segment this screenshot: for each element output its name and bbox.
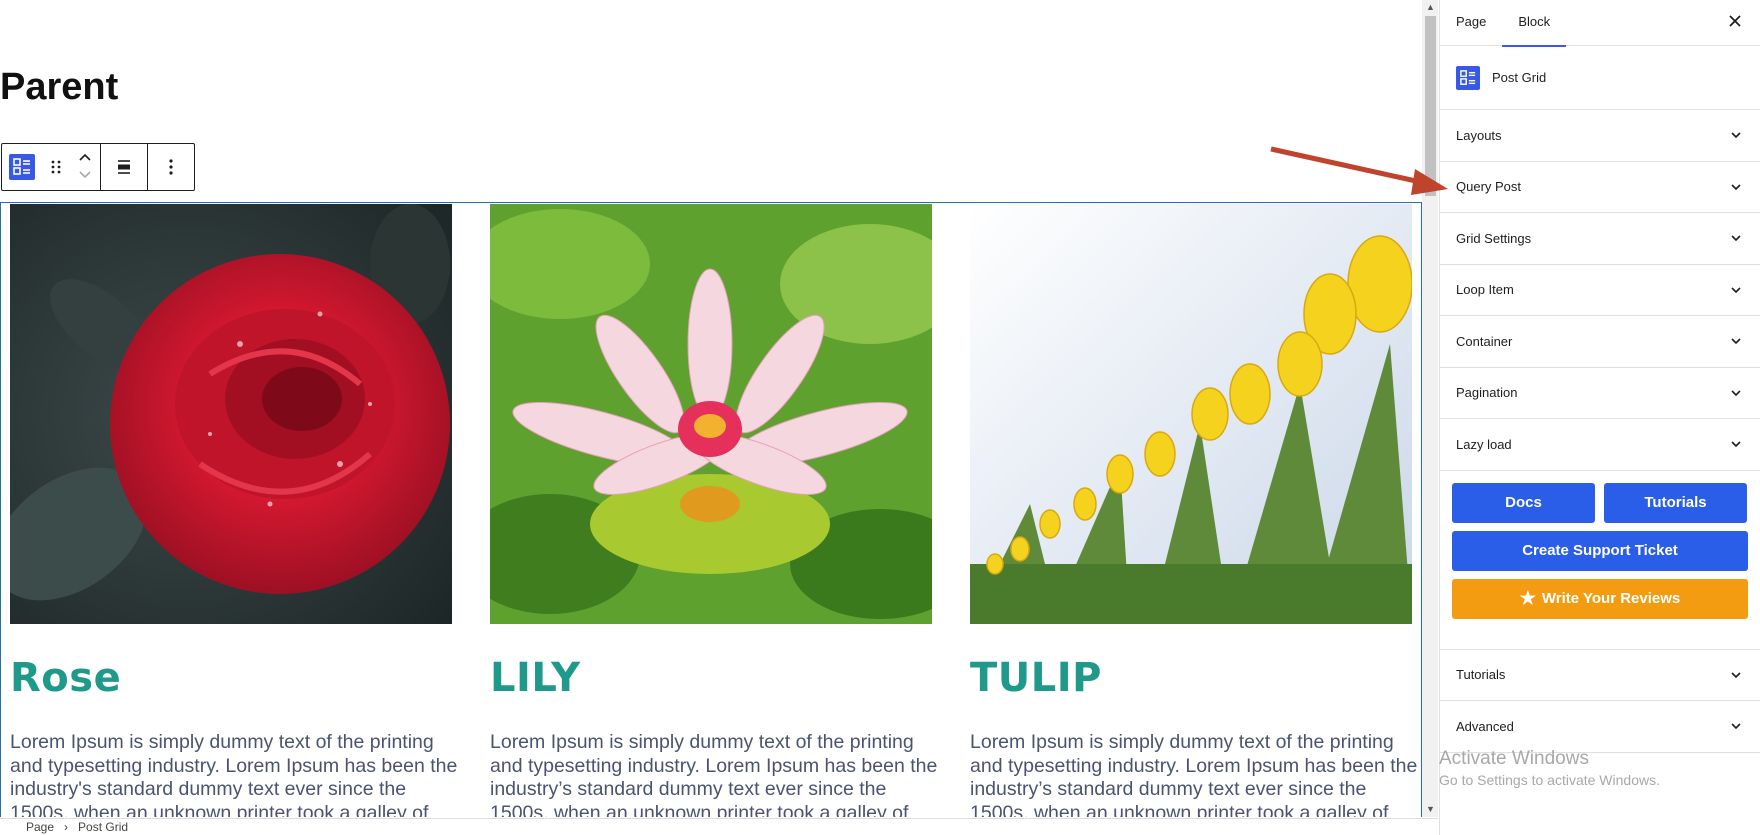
chevron-down-icon [1731,287,1741,293]
star-icon: ★ [1519,588,1536,608]
panel-title: Lazy load [1456,436,1512,452]
block-switcher-group [2,144,101,190]
panel-title: Container [1456,333,1513,349]
block-breadcrumb: Page › Post Grid [0,818,1438,835]
chevron-down-icon[interactable] [78,167,92,185]
panel-title: Grid Settings [1456,230,1532,246]
panel-title: Layouts [1456,127,1502,143]
post-thumbnail-lily[interactable] [490,204,932,624]
panel-title: Tutorials [1456,667,1506,683]
panel-loop-item[interactable]: Loop Item [1440,265,1760,316]
panel-lazy-load[interactable]: Lazy load [1440,419,1760,471]
drag-handle-icon[interactable] [42,144,70,190]
post-grid-icon [1456,65,1480,90]
panel-title: Advanced [1456,718,1514,734]
post-grid-block[interactable]: Rose Lorem Ipsum is simply dummy text of… [0,202,1422,817]
chevron-down-icon [1731,441,1741,448]
block-toolbar [1,143,195,191]
block-type-button[interactable] [2,144,42,190]
panel-title: Query Post [1456,179,1522,195]
help-buttons: Docs Tutorials Create Support Ticket ★ W… [1440,471,1760,650]
chevron-down-icon [1731,672,1741,678]
write-reviews-label: Write Your Reviews [1541,590,1681,607]
post-excerpt: Lorem Ipsum is simply dummy text of the … [10,731,458,817]
panel-grid-settings[interactable]: Grid Settings [1440,213,1760,265]
watermark-line-2: Go to Settings to activate Windows. [1439,772,1660,788]
chevron-down-icon [1731,390,1741,396]
post-excerpt: Lorem Ipsum is simply dummy text of the … [490,731,938,817]
chevron-down-icon [1731,723,1741,730]
tab-page[interactable]: Page [1440,0,1502,46]
editor-canvas: Parent Rose Lorem Ipsum is simply dummy … [0,0,1422,817]
post-title[interactable]: Rose [10,655,121,701]
annotation-arrow-icon [1270,146,1448,195]
align-icon[interactable] [101,144,147,190]
block-mover [70,144,100,190]
align-group [101,144,148,190]
panel-query-post[interactable]: Query Post [1440,162,1760,213]
scroll-up-icon[interactable]: ▲ [1426,2,1435,12]
panel-title: Loop Item [1456,282,1514,298]
chevron-down-icon [1731,132,1741,139]
chevron-down-icon [1731,338,1741,345]
sidebar-tabs: Page Block [1440,0,1760,47]
post-title[interactable]: TULIP [970,655,1102,701]
tutorials-button[interactable]: Tutorials [1604,482,1747,523]
panel-container[interactable]: Container [1440,316,1760,368]
panel-title: Pagination [1456,385,1518,401]
scroll-down-icon[interactable]: ▼ [1426,804,1435,814]
chevron-down-icon [1731,184,1741,190]
breadcrumb-page[interactable]: Page [26,820,54,834]
post-thumbnail-tulip[interactable] [970,204,1412,624]
more-vertical-icon[interactable] [148,144,194,190]
block-name: Post Grid [1492,70,1547,85]
chevron-down-icon [1731,235,1741,242]
breadcrumb-post-grid[interactable]: Post Grid [78,820,128,834]
settings-sidebar: Page Block Post Grid Layouts Query Post … [1439,0,1760,835]
panel-pagination[interactable]: Pagination [1440,368,1760,419]
tab-block[interactable]: Block [1502,0,1566,47]
block-card: Post Grid [1440,46,1760,110]
page-title[interactable]: Parent [0,66,118,109]
post-excerpt: Lorem Ipsum is simply dummy text of the … [970,731,1418,817]
create-support-ticket-button[interactable]: Create Support Ticket [1452,530,1748,571]
close-icon[interactable] [1728,12,1742,33]
watermark-line-1: Activate Windows [1439,748,1589,769]
post-title[interactable]: LILY [490,655,581,701]
post-thumbnail-rose[interactable] [10,204,452,624]
chevron-up-icon[interactable] [78,149,92,167]
canvas-scrollbar[interactable]: ▲ ▼ [1422,0,1438,817]
options-group [148,144,194,190]
panel-tutorials[interactable]: Tutorials [1440,650,1760,701]
windows-activation-watermark: Activate Windows Go to Settings to activ… [1439,748,1660,788]
docs-button[interactable]: Docs [1452,482,1595,523]
post-grid-icon [9,154,35,180]
breadcrumb-separator-icon: › [64,820,69,834]
panel-layouts[interactable]: Layouts [1440,110,1760,162]
write-reviews-button[interactable]: ★ Write Your Reviews [1452,578,1748,619]
panel-advanced[interactable]: Advanced [1440,701,1760,753]
